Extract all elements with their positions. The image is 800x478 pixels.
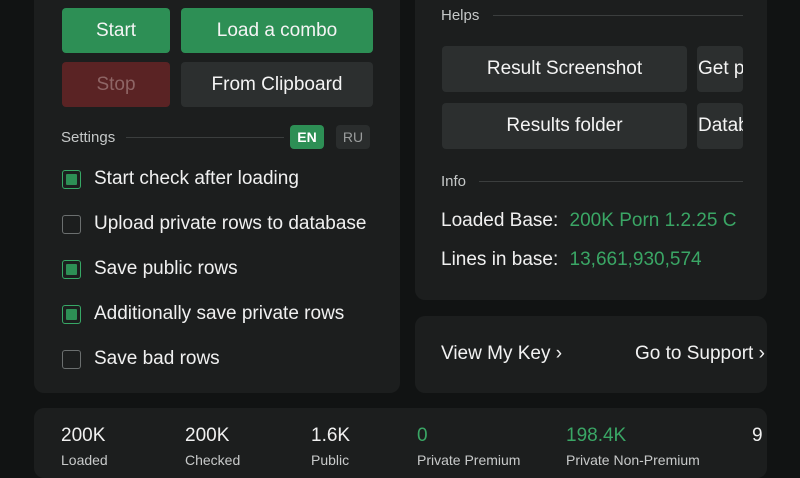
option-save-private[interactable]: Additionally save private rows — [62, 301, 344, 327]
load-combo-button[interactable]: Load a combo — [181, 8, 373, 53]
option-save-bad[interactable]: Save bad rows — [62, 346, 220, 372]
lang-ru-button[interactable]: RU — [336, 125, 370, 149]
settings-divider — [126, 137, 284, 138]
stat-public-label: Public — [311, 452, 350, 468]
info-title: Info — [441, 172, 467, 190]
loaded-base-label: Loaded Base: — [441, 210, 559, 231]
settings-title: Settings — [61, 128, 116, 146]
loaded-base-value: 200K Porn 1.2.25 C — [569, 210, 737, 231]
stat-private-premium-value: 0 — [417, 425, 428, 446]
stat-loaded-label: Loaded — [61, 452, 108, 468]
option-label: Save public rows — [94, 258, 238, 279]
loaded-base-row: Loaded Base: 200K Porn 1.2.25 C — [441, 210, 743, 232]
go-to-support-link[interactable]: Go to Support › — [635, 343, 768, 365]
helps-divider — [493, 15, 743, 16]
results-folder-button[interactable]: Results folder — [442, 103, 687, 149]
get-p-button[interactable]: Get p — [697, 46, 743, 92]
stat-private-nonpremium-label: Private Non-Premium — [566, 452, 700, 468]
checkbox-save-private[interactable] — [62, 304, 81, 324]
stat-extra-value: 9 — [752, 425, 763, 446]
lines-in-base-label: Lines in base: — [441, 249, 559, 270]
stat-loaded-value: 200K — [61, 425, 106, 446]
stat-private-nonpremium-value: 198.4K — [566, 425, 627, 446]
control-panel — [34, 0, 400, 393]
stat-public-value: 1.6K — [311, 425, 351, 446]
helps-title: Helps — [441, 6, 480, 24]
stat-private-premium-label: Private Premium — [417, 452, 521, 468]
lines-in-base-value: 13,661,930,574 — [569, 249, 702, 270]
stat-checked-label: Checked — [185, 452, 241, 468]
option-label: Upload private rows to database — [94, 213, 367, 234]
lang-en-button[interactable]: EN — [290, 125, 324, 149]
checkbox-save-bad[interactable] — [62, 349, 81, 369]
option-start-check[interactable]: Start check after loading — [62, 166, 299, 192]
option-label: Additionally save private rows — [94, 303, 345, 324]
lines-in-base-row: Lines in base: 13,661,930,574 — [441, 249, 702, 271]
from-clipboard-button[interactable]: From Clipboard — [181, 62, 373, 107]
option-label: Start check after loading — [94, 168, 299, 189]
checkbox-start-check[interactable] — [62, 169, 81, 189]
stop-button[interactable]: Stop — [62, 62, 170, 107]
datab-button[interactable]: Datab — [697, 103, 743, 149]
info-divider — [479, 181, 743, 182]
result-screenshot-button[interactable]: Result Screenshot — [442, 46, 687, 92]
option-upload-private[interactable]: Upload private rows to database — [62, 211, 367, 237]
stat-checked-value: 200K — [185, 425, 230, 446]
checkbox-upload-private[interactable] — [62, 214, 81, 234]
option-label: Save bad rows — [94, 348, 220, 369]
checkbox-save-public[interactable] — [62, 259, 81, 279]
option-save-public[interactable]: Save public rows — [62, 256, 238, 282]
start-button[interactable]: Start — [62, 8, 170, 53]
view-my-key-link[interactable]: View My Key › — [441, 343, 562, 365]
